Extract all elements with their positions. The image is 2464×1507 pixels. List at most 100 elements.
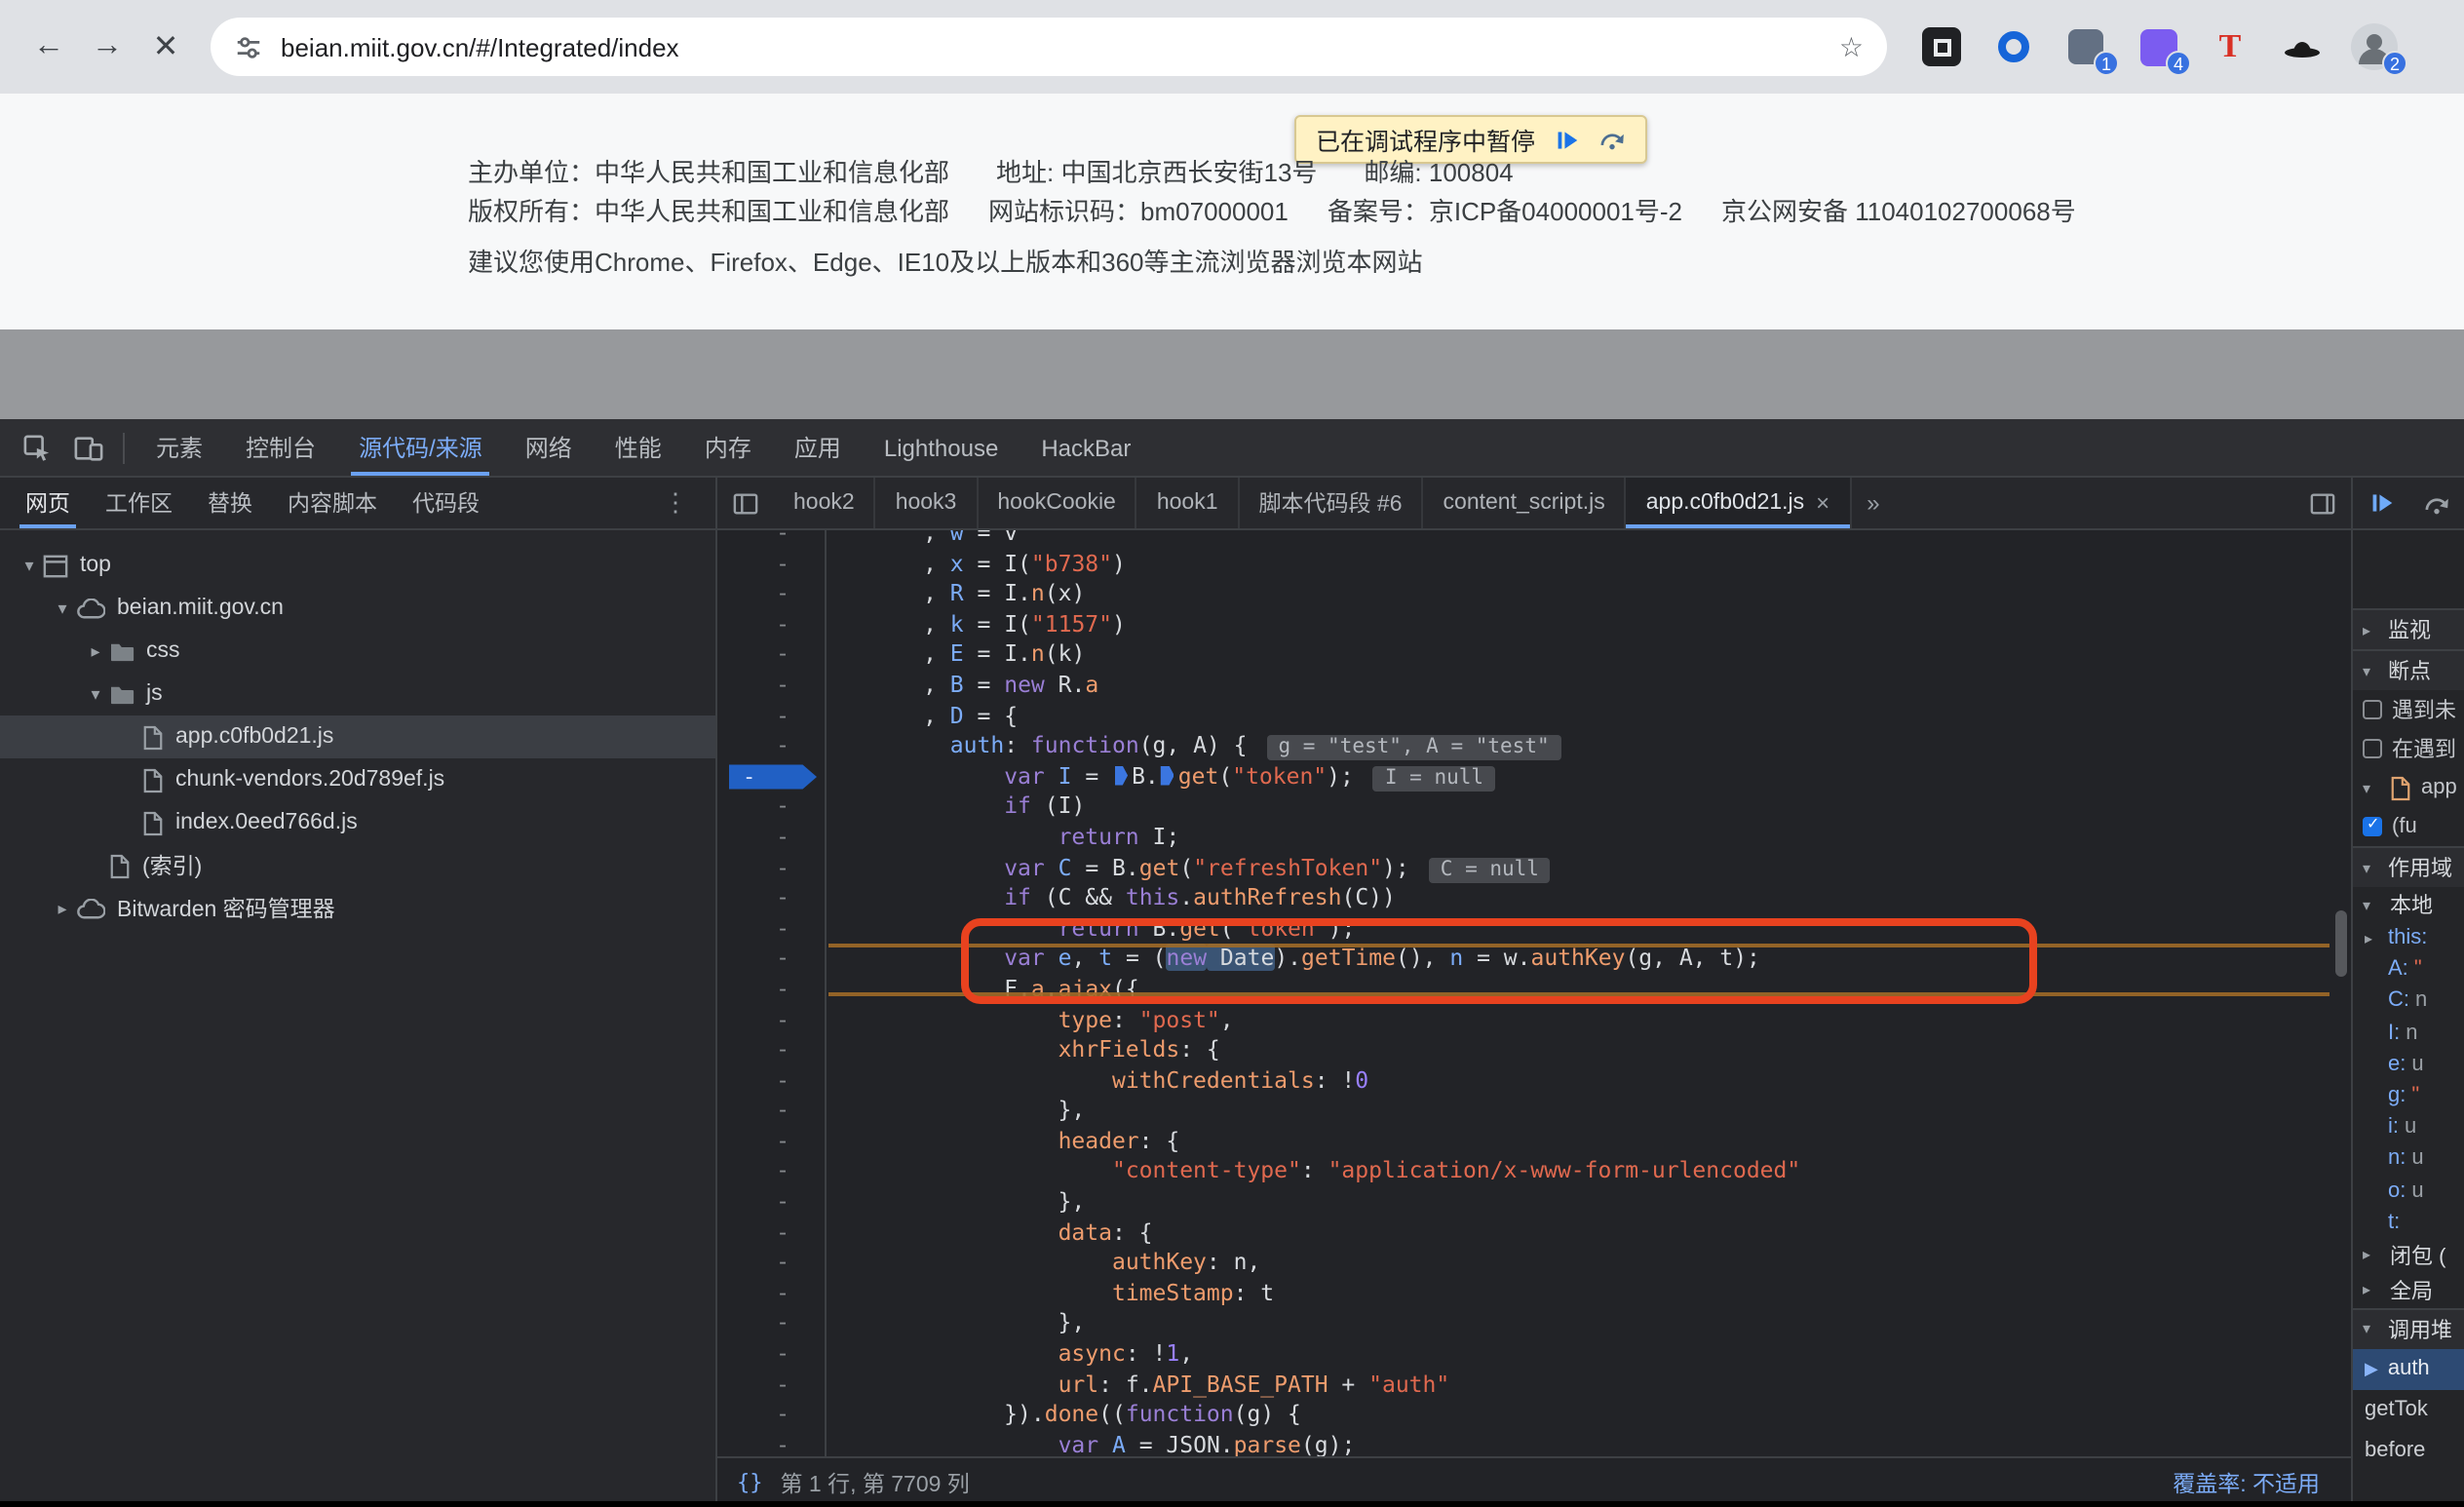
editor-tab-content_script.js[interactable]: content_script.js <box>1424 478 1627 528</box>
tree-caret-icon[interactable]: ▾ <box>16 555 43 576</box>
line-gutter[interactable]: - <box>717 913 827 944</box>
line-gutter[interactable]: - <box>717 975 827 1005</box>
breakpoint-option[interactable]: 遇到未 <box>2353 690 2464 729</box>
extension-icon-4[interactable]: 4 <box>2135 23 2181 70</box>
code-line[interactable]: - }).done((function(g) { <box>717 1400 2351 1430</box>
code-editor[interactable]: - , w = v- , x = I("b738")- , R = I.n(x)… <box>717 530 2351 1456</box>
resume-script-icon[interactable] <box>1555 128 1578 151</box>
editor-scrollbar[interactable] <box>2335 910 2347 977</box>
devtools-tab-性能[interactable]: 性能 <box>594 419 683 476</box>
sidebar-section-断点[interactable]: ▾断点 <box>2353 649 2464 690</box>
scope-variable[interactable]: n:u <box>2353 1143 2464 1175</box>
url-text[interactable]: beian.miit.gov.cn/#/Integrated/index <box>281 32 1822 61</box>
code-line[interactable]: - var A = JSON.parse(g); <box>717 1431 2351 1456</box>
navigator-tab-内容脚本[interactable]: 内容脚本 <box>270 478 395 528</box>
line-gutter[interactable]: - <box>717 1309 827 1339</box>
line-gutter[interactable]: - <box>717 945 827 975</box>
coverage-status[interactable]: 覆盖率: 不适用 <box>2173 1467 2331 1498</box>
code-line[interactable]: - }, <box>717 1309 2351 1339</box>
tab-strip-menu-icon[interactable] <box>717 490 774 516</box>
line-gutter[interactable]: - <box>717 792 827 823</box>
code-line[interactable]: - return I; <box>717 823 2351 853</box>
code-line[interactable]: - url: f.API_BASE_PATH + "auth" <box>717 1370 2351 1400</box>
scope-variable[interactable]: A:" <box>2353 953 2464 985</box>
tree-item[interactable]: app.c0fb0d21.js <box>0 715 715 758</box>
device-toolbar-icon[interactable] <box>62 424 113 471</box>
code-line[interactable]: - var C = B.get("refreshToken");C = null <box>717 853 2351 883</box>
line-gutter[interactable]: - <box>717 549 827 579</box>
editor-tab-app.c0fb0d21.js[interactable]: app.c0fb0d21.js× <box>1627 478 1851 528</box>
code-line[interactable]: - "content-type": "application/x-www-for… <box>717 1157 2351 1187</box>
navigator-tab-工作区[interactable]: 工作区 <box>88 478 190 528</box>
tree-item[interactable]: (索引) <box>0 844 715 887</box>
code-line[interactable]: - , w = v <box>717 530 2351 549</box>
code-line[interactable]: - , k = I("1157") <box>717 610 2351 640</box>
bookmark-star-icon[interactable]: ☆ <box>1839 30 1864 63</box>
close-tab-icon[interactable]: × <box>1816 489 1829 517</box>
code-line[interactable]: - , D = { <box>717 701 2351 731</box>
line-gutter[interactable]: - <box>717 530 827 549</box>
line-gutter[interactable]: - <box>717 1187 827 1217</box>
editor-tab-hook3[interactable]: hook3 <box>876 478 979 528</box>
inspect-element-icon[interactable] <box>12 424 62 471</box>
line-gutter[interactable]: - <box>717 1065 827 1096</box>
scope-variable[interactable]: ▸this: <box>2353 922 2464 953</box>
code-line[interactable]: - auth: function(g, A) {g = "test", A = … <box>717 731 2351 761</box>
devtools-tab-元素[interactable]: 元素 <box>135 419 224 476</box>
line-gutter[interactable]: - <box>717 1400 827 1430</box>
tab-overflow-chevron[interactable]: » <box>1851 489 1895 517</box>
code-line[interactable]: - data: { <box>717 1217 2351 1248</box>
tree-item[interactable]: index.0eed766d.js <box>0 801 715 844</box>
call-stack-frame[interactable]: getTok <box>2353 1390 2464 1431</box>
resume-script-icon[interactable] <box>2370 491 2394 515</box>
call-stack-frame[interactable]: ▶auth <box>2353 1349 2464 1390</box>
code-line[interactable]: - header: { <box>717 1127 2351 1157</box>
site-settings-icon[interactable] <box>234 32 263 61</box>
sidebar-section-监视[interactable]: ▸监视 <box>2353 608 2464 649</box>
code-line[interactable]: - type: "post", <box>717 1005 2351 1035</box>
code-line[interactable]: - var e, t = (new Date).getTime(), n = w… <box>717 945 2351 975</box>
tree-caret-icon[interactable]: ▸ <box>49 898 76 919</box>
line-gutter[interactable]: - <box>717 1431 827 1456</box>
code-line[interactable]: - F.a.ajax({ <box>717 975 2351 1005</box>
tree-item[interactable]: ▾top <box>0 544 715 587</box>
code-line[interactable]: - }, <box>717 1187 2351 1217</box>
extension-icon-hat[interactable] <box>2279 23 2326 70</box>
code-line[interactable]: - if (I) <box>717 792 2351 823</box>
checkbox[interactable] <box>2363 700 2382 719</box>
call-stack-frame[interactable]: before <box>2353 1431 2464 1472</box>
breakpoint-group[interactable]: ▾app <box>2353 768 2464 807</box>
line-gutter[interactable]: - <box>717 610 827 640</box>
step-over-icon[interactable] <box>2423 492 2450 514</box>
line-gutter[interactable]: - <box>717 1127 827 1157</box>
execution-line-gutter[interactable]: - <box>717 762 827 792</box>
code-line[interactable]: - , E = I.n(k) <box>717 640 2351 671</box>
inline-breakpoint-marker[interactable] <box>1161 766 1174 786</box>
code-line[interactable]: - , R = I.n(x) <box>717 579 2351 609</box>
pretty-print-icon[interactable]: {} <box>737 1470 763 1495</box>
code-line[interactable]: - xhrFields: { <box>717 1035 2351 1065</box>
navigator-tab-代码段[interactable]: 代码段 <box>395 478 497 528</box>
tree-item[interactable]: ▸Bitwarden 密码管理器 <box>0 887 715 930</box>
back-button[interactable]: ← <box>19 18 78 76</box>
devtools-tab-控制台[interactable]: 控制台 <box>224 419 337 476</box>
sidebar-section-作用域[interactable]: ▾作用域 <box>2353 846 2464 887</box>
code-line[interactable]: - async: !1, <box>717 1339 2351 1370</box>
editor-tab-脚本代码段 #6[interactable]: 脚本代码段 #6 <box>1240 478 1424 528</box>
line-gutter[interactable]: - <box>717 853 827 883</box>
editor-tab-hook1[interactable]: hook1 <box>1137 478 1240 528</box>
scope-section-本地[interactable]: ▾本地 <box>2353 887 2464 922</box>
line-gutter[interactable]: - <box>717 579 827 609</box>
sidebar-section-调用堆[interactable]: ▾调用堆 <box>2353 1308 2464 1349</box>
tree-caret-icon[interactable]: ▾ <box>49 598 76 619</box>
navigator-tab-网页[interactable]: 网页 <box>8 478 88 528</box>
toggle-debugger-sidebar-icon[interactable] <box>2294 490 2351 516</box>
stop-button[interactable]: ✕ <box>136 18 195 76</box>
line-gutter[interactable]: - <box>717 823 827 853</box>
checkbox[interactable] <box>2363 739 2382 758</box>
forward-button[interactable]: → <box>78 18 136 76</box>
devtools-tab-网络[interactable]: 网络 <box>504 419 594 476</box>
line-gutter[interactable]: - <box>717 1217 827 1248</box>
code-line[interactable]: - timeStamp: t <box>717 1279 2351 1309</box>
devtools-tab-源代码/来源[interactable]: 源代码/来源 <box>337 419 504 476</box>
